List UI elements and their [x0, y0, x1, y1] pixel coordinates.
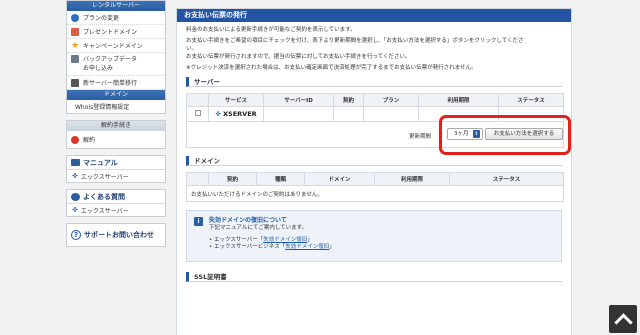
link-prefix: エックスサーバー「	[214, 237, 264, 243]
xserver-icon: ✜	[72, 206, 78, 214]
cancel-header: 解約手続き	[67, 121, 165, 131]
domain-table: 契約 種類 ドメイン 利用期限 ステータス お支払いいただけるドメインのご契約は…	[186, 172, 564, 202]
manual-link-xserver[interactable]: ✜ エックスサーバー	[67, 170, 165, 182]
table-row: お支払いいただけるドメインのご契約はありません。	[186, 185, 564, 202]
cancel-box: 解約手続き 解約	[66, 120, 166, 149]
xserver-icon: ✜	[72, 172, 78, 180]
info-box: i 失効ドメインの復旧について 下記マニュアルにてご案内しています。 エックスサ…	[186, 210, 562, 262]
info-title: 失効ドメインの復旧について	[209, 217, 287, 224]
manual-header: マニュアル	[67, 156, 165, 170]
domain-empty-message: お支払いいただけるドメインのご契約はありません。	[186, 185, 564, 202]
sidebar-item-migration[interactable]: 新サーバー簡単移行	[67, 76, 165, 90]
domain-header: ドメイン	[67, 90, 165, 100]
payment-action-row: 更新期間 3ヶ月 ⇕ お支払い方法を選択する	[186, 115, 571, 155]
support-link[interactable]: ? サポートお問い合わせ	[67, 224, 165, 246]
faq-box: よくある質問 ✜ エックスサーバー	[66, 189, 166, 217]
description-line: お支払い手続きをご希望の項目にチェックを付け、表下より更新期間を選択し、「お支払…	[186, 38, 524, 44]
faq-link-label: エックスサーバー	[80, 207, 129, 215]
xserver-logo: ✜ XSERVER	[215, 110, 256, 118]
info-subtitle: 下記マニュアルにてご案内しています。	[209, 225, 308, 231]
ssl-section-title: SSL証明書	[186, 272, 562, 282]
highlight-annotation	[439, 115, 571, 155]
link-suffix: 」	[307, 237, 313, 243]
info-icon: i	[194, 217, 203, 226]
link-suffix: 」	[329, 244, 335, 250]
table-header-row: 契約 種類 ドメイン 利用期限 ステータス	[186, 172, 564, 186]
sidebar: レンタルサーバー プランの変更 プレゼントドメイン ★ キャンペーンドメイン バ…	[66, 0, 166, 253]
sidebar-item-campaign-domain[interactable]: ★ キャンペーンドメイン	[67, 39, 165, 53]
table-header-check	[186, 172, 209, 186]
question-icon: ?	[71, 230, 81, 240]
service-name: XSERVER	[223, 110, 257, 118]
link-prefix: エックスサーバービジネス「	[214, 244, 286, 250]
table-header: サービス	[208, 93, 264, 107]
expired-domain-link-business[interactable]: 失効ドメイン復旧	[285, 244, 329, 250]
description-line: い。	[186, 46, 198, 52]
description: 料金のお支払いによる更新手続きが可能なご契約を表示しています。 お支払い手続きを…	[177, 22, 571, 72]
row-checkbox-cell	[186, 106, 209, 122]
contract-cell	[333, 106, 364, 122]
page-title: お支払い伝票の発行	[177, 9, 571, 22]
table-header-row: サービス サーバーID 契約 プラン 利用期限 ステータス	[186, 93, 564, 107]
main-panel: お支払い伝票の発行 料金のお支払いによる更新手続きが可能なご契約を表示しています…	[176, 8, 572, 335]
table-header: ステータス	[449, 172, 564, 186]
table-header: ステータス	[498, 93, 564, 107]
rental-server-header: レンタルサーバー	[67, 1, 165, 11]
support-box[interactable]: ? サポートお問い合わせ	[66, 223, 166, 247]
period-label: 更新期間	[409, 134, 432, 140]
service-cell: ✜ XSERVER	[208, 106, 264, 122]
server-id-cell	[263, 106, 334, 122]
table-header: 利用期限	[418, 93, 499, 107]
sidebar-item-label: キャンペーンドメイン	[83, 43, 143, 50]
sidebar-item-label: 新サーバー簡単移行	[83, 80, 137, 87]
domain-section-title: ドメイン	[186, 156, 562, 166]
faq-title: よくある質問	[83, 192, 125, 201]
table-header: 種類	[256, 172, 305, 186]
globe-icon	[71, 13, 79, 22]
rental-server-box: レンタルサーバー プランの変更 プレゼントドメイン ★ キャンペーンドメイン バ…	[66, 0, 166, 114]
list-item: エックスサーバービジネス「失効ドメイン復旧」	[209, 244, 555, 251]
description-line: 料金のお支払いによる更新手続きが可能なご契約を表示しています。	[186, 27, 356, 33]
faq-header: よくある質問	[67, 190, 165, 204]
xserver-icon: ✜	[215, 110, 221, 118]
sidebar-item-cancel[interactable]: 解約	[67, 131, 165, 148]
sidebar-item-label: Whois登録情報設定	[75, 104, 130, 111]
plan-cell	[363, 106, 419, 122]
expired-domain-link-xserver[interactable]: 失効ドメイン復旧	[263, 237, 307, 243]
book-icon	[71, 159, 80, 166]
info-link-list: エックスサーバー「失効ドメイン復旧」 エックスサーバービジネス「失効ドメイン復旧…	[209, 237, 555, 251]
server-section-title: サーバー	[186, 77, 562, 87]
gift-icon	[71, 27, 79, 36]
list-item: エックスサーバー「失効ドメイン復旧」	[209, 237, 555, 244]
sidebar-item-backup[interactable]: バックアップデータ お申し込み	[67, 53, 165, 76]
manual-box: マニュアル ✜ エックスサーバー	[66, 155, 166, 183]
server-icon	[71, 78, 79, 87]
chat-bubble-icon	[71, 192, 80, 201]
description-note: ※クレジット決済を選択された場合は、お支払い確定画面で決済処理が完了するまでお支…	[186, 65, 477, 71]
faq-link-xserver[interactable]: ✜ エックスサーバー	[67, 204, 165, 216]
sidebar-item-label: バックアップデータ お申し込み	[83, 56, 138, 72]
description-line: お支払い伝票が発行されますので、据当の伝票に対してお支払い手続きを行ってください…	[186, 54, 411, 60]
disk-icon	[71, 55, 79, 63]
table-header-check	[186, 93, 209, 107]
sidebar-item-plan-change[interactable]: プランの変更	[67, 11, 165, 25]
table-header: 契約	[333, 93, 364, 107]
sidebar-item-label: 解約	[83, 137, 96, 144]
row-checkbox[interactable]	[194, 110, 201, 116]
table-header: 利用期限	[374, 172, 450, 186]
sidebar-item-present-domain[interactable]: プレゼントドメイン	[67, 25, 165, 39]
scroll-to-top-button[interactable]	[609, 305, 637, 333]
sidebar-item-whois[interactable]: Whois登録情報設定	[67, 100, 165, 113]
stop-icon	[71, 135, 79, 144]
support-label: サポートお問い合わせ	[84, 231, 154, 239]
table-header: ドメイン	[304, 172, 375, 186]
table-header: サーバーID	[263, 93, 334, 107]
manual-link-label: エックスサーバー	[80, 173, 129, 181]
sidebar-item-label: プレゼントドメイン	[83, 29, 138, 36]
table-header: プラン	[363, 93, 419, 107]
table-header: 契約	[208, 172, 257, 186]
star-icon: ★	[71, 40, 80, 51]
manual-title: マニュアル	[83, 158, 118, 167]
sidebar-item-label: プランの変更	[83, 15, 120, 22]
